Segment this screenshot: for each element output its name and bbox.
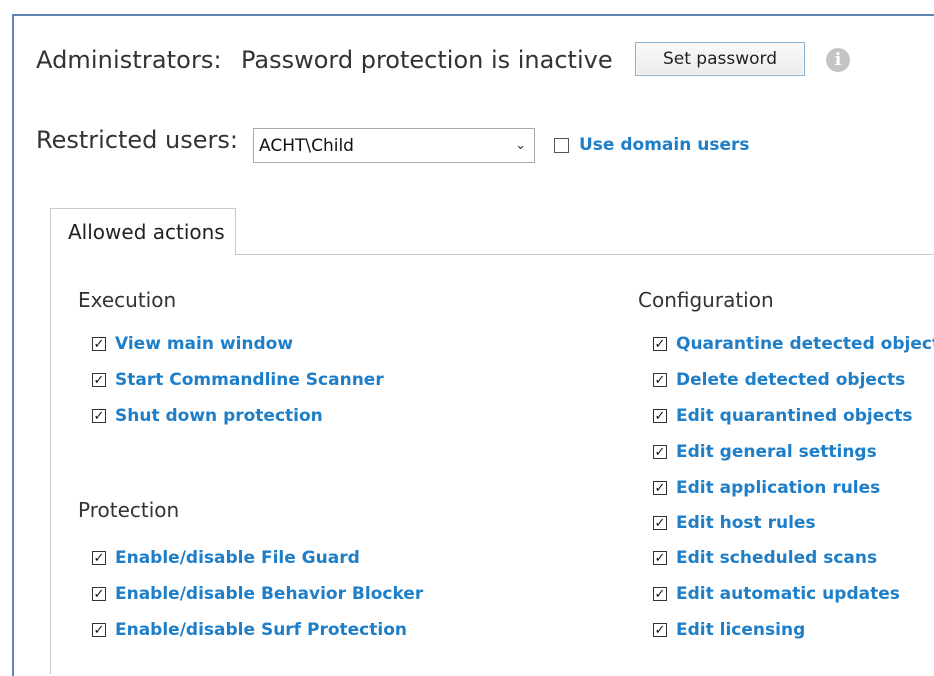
permission-label[interactable]: Edit quarantined objects [676, 406, 913, 426]
list-item[interactable]: ✓ Enable/disable File Guard [92, 547, 360, 569]
permission-label[interactable]: Enable/disable File Guard [115, 548, 360, 568]
permission-label[interactable]: Enable/disable Behavior Blocker [115, 584, 423, 604]
checkbox-checked-icon[interactable]: ✓ [92, 587, 106, 601]
permission-label[interactable]: View main window [115, 334, 293, 354]
list-item[interactable]: ✓ Edit host rules [653, 512, 816, 534]
protection-group-title: Protection [78, 498, 180, 522]
list-item[interactable]: ✓ Quarantine detected objects [653, 333, 934, 355]
permission-label[interactable]: Edit scheduled scans [676, 548, 877, 568]
permission-label[interactable]: Enable/disable Surf Protection [115, 620, 407, 640]
selected-user-value: ACHT\Child [259, 135, 354, 156]
use-domain-users-checkbox[interactable] [554, 138, 569, 153]
checkbox-checked-icon[interactable]: ✓ [653, 337, 667, 351]
restricted-users-label: Restricted users: [36, 126, 238, 154]
checkbox-checked-icon[interactable]: ✓ [92, 373, 106, 387]
checkbox-checked-icon[interactable]: ✓ [653, 623, 667, 637]
checkbox-checked-icon[interactable]: ✓ [653, 587, 667, 601]
checkbox-checked-icon[interactable]: ✓ [653, 409, 667, 423]
list-item[interactable]: ✓ Enable/disable Behavior Blocker [92, 583, 423, 605]
checkbox-checked-icon[interactable]: ✓ [653, 516, 667, 530]
list-item[interactable]: ✓ Edit automatic updates [653, 583, 900, 605]
list-item[interactable]: ✓ View main window [92, 333, 293, 355]
checkbox-checked-icon[interactable]: ✓ [92, 551, 106, 565]
checkbox-checked-icon[interactable]: ✓ [653, 481, 667, 495]
permission-label[interactable]: Shut down protection [115, 406, 323, 426]
checkbox-checked-icon[interactable]: ✓ [92, 623, 106, 637]
permission-label[interactable]: Delete detected objects [676, 370, 905, 390]
checkbox-checked-icon[interactable]: ✓ [653, 445, 667, 459]
password-status-text: Password protection is inactive [241, 46, 613, 74]
allowed-actions-panel [50, 254, 934, 674]
list-item[interactable]: ✓ Edit general settings [653, 441, 877, 463]
info-icon[interactable]: i [826, 48, 850, 72]
tab-allowed-actions[interactable]: Allowed actions [50, 208, 236, 255]
list-item[interactable]: ✓ Edit licensing [653, 619, 805, 641]
checkbox-checked-icon[interactable]: ✓ [653, 551, 667, 565]
chevron-down-icon: ⌄ [515, 138, 526, 153]
checkbox-checked-icon[interactable]: ✓ [653, 373, 667, 387]
checkbox-checked-icon[interactable]: ✓ [92, 409, 106, 423]
permission-label[interactable]: Edit automatic updates [676, 584, 900, 604]
permission-label[interactable]: Edit application rules [676, 478, 880, 498]
list-item[interactable]: ✓ Edit quarantined objects [653, 405, 913, 427]
checkbox-checked-icon[interactable]: ✓ [92, 337, 106, 351]
set-password-button[interactable]: Set password [635, 42, 805, 76]
list-item[interactable]: ✓ Edit application rules [653, 477, 880, 499]
restricted-user-select[interactable]: ACHT\Child ⌄ [253, 128, 535, 163]
permission-label[interactable]: Start Commandline Scanner [115, 370, 384, 390]
list-item[interactable]: ✓ Shut down protection [92, 405, 323, 427]
list-item[interactable]: ✓ Delete detected objects [653, 369, 905, 391]
list-item[interactable]: ✓ Edit scheduled scans [653, 547, 877, 569]
permission-label[interactable]: Edit general settings [676, 442, 877, 462]
permission-label[interactable]: Edit licensing [676, 620, 805, 640]
list-item[interactable]: ✓ Enable/disable Surf Protection [92, 619, 407, 641]
permission-label[interactable]: Edit host rules [676, 513, 816, 533]
execution-group-title: Execution [78, 288, 177, 312]
permission-label[interactable]: Quarantine detected objects [676, 334, 934, 354]
administrators-row: Administrators: Password protection is i… [36, 42, 613, 78]
administrators-label: Administrators: [36, 46, 222, 74]
list-item[interactable]: ✓ Start Commandline Scanner [92, 369, 384, 391]
configuration-group-title: Configuration [638, 288, 774, 312]
use-domain-users-label[interactable]: Use domain users [579, 135, 750, 155]
